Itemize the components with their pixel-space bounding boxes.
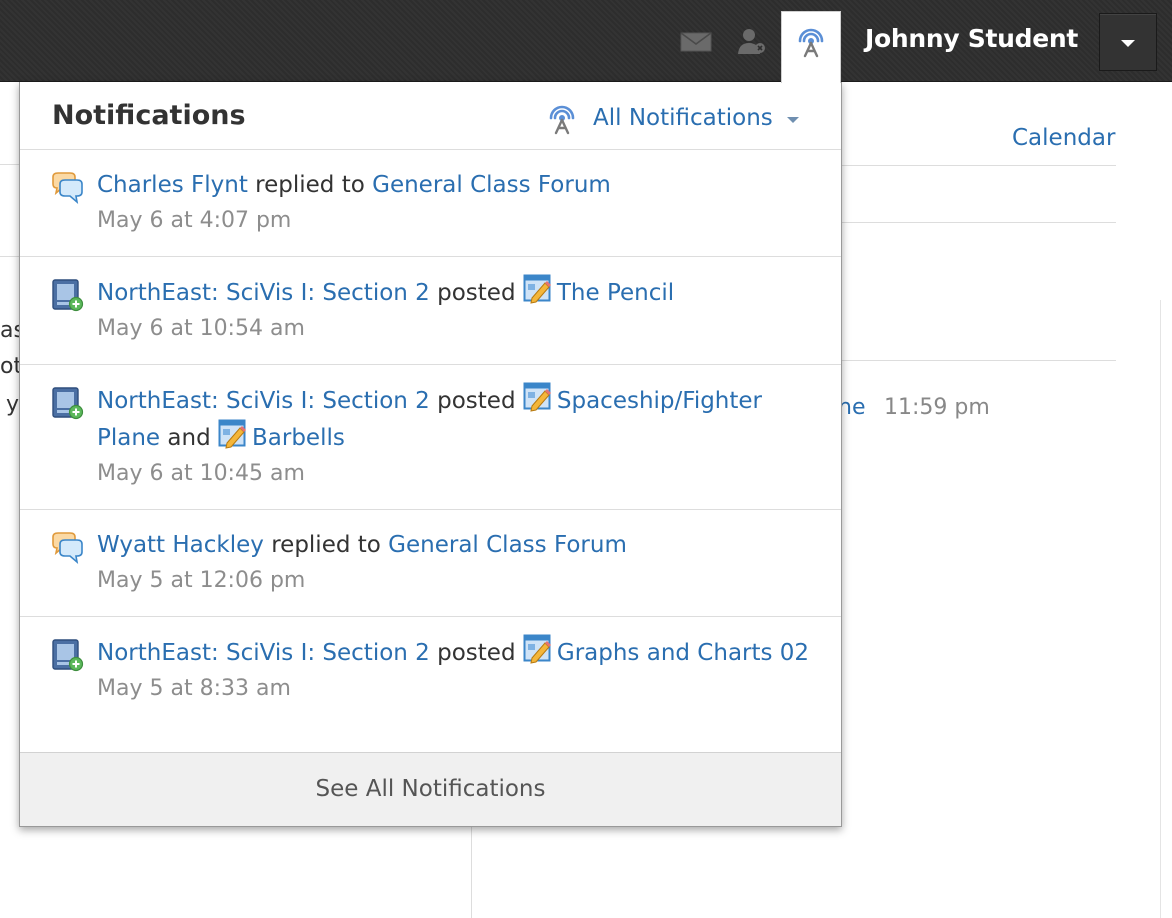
notification-text: NorthEast: SciVis I: Section 2 posted Sp… (97, 382, 811, 456)
assignment-icon (523, 274, 553, 304)
new-post-icon (50, 386, 84, 420)
assignment-icon (523, 382, 553, 412)
target-link[interactable]: General Class Forum (388, 532, 627, 558)
notification-item[interactable]: NorthEast: SciVis I: Section 2 posted Th… (20, 257, 841, 365)
person-icon[interactable] (736, 26, 768, 56)
actor-link[interactable]: NorthEast: SciVis I: Section 2 (97, 388, 430, 414)
scroll-track (1160, 300, 1161, 918)
notifications-dropdown: Notifications All Notifications Charles … (19, 82, 842, 827)
broadcast-icon (545, 101, 579, 135)
conjunction-text: and (167, 425, 211, 451)
target-link[interactable]: Graphs and Charts 02 (557, 640, 809, 666)
action-text: posted (437, 280, 516, 306)
divider (842, 360, 1116, 361)
mail-icon[interactable] (680, 32, 712, 52)
notification-list: Charles Flynt replied to General Class F… (20, 150, 841, 724)
discussion-icon (50, 171, 84, 205)
broadcast-icon (794, 24, 828, 58)
notification-item[interactable]: Wyatt Hackley replied to General Class F… (20, 510, 841, 617)
notifications-tab[interactable] (781, 11, 841, 83)
action-text: posted (437, 388, 516, 414)
target-link[interactable]: General Class Forum (372, 172, 611, 198)
notification-text: NorthEast: SciVis I: Section 2 posted Th… (97, 274, 811, 311)
notification-text: NorthEast: SciVis I: Section 2 posted Gr… (97, 634, 811, 671)
timestamp: May 5 at 8:33 am (97, 676, 291, 701)
top-navigation-bar: Johnny Student (0, 0, 1172, 82)
assignment-icon (523, 634, 553, 664)
action-text: replied to (271, 532, 381, 558)
notification-text: Wyatt Hackley replied to General Class F… (97, 527, 811, 563)
notifications-header: Notifications All Notifications (20, 82, 841, 150)
divider (842, 165, 1116, 166)
todo-item-link[interactable]: ne (838, 395, 865, 420)
divider (0, 164, 19, 165)
new-post-icon (50, 638, 84, 672)
action-text: posted (437, 640, 516, 666)
assignment-icon (218, 419, 248, 449)
divider (842, 222, 1116, 223)
user-menu-dropdown-button[interactable] (1099, 13, 1157, 71)
filter-label[interactable]: All Notifications (593, 105, 773, 131)
clipped-text: ot (0, 354, 19, 379)
actor-link[interactable]: Wyatt Hackley (97, 532, 264, 558)
chevron-down-icon[interactable] (786, 117, 799, 123)
new-post-icon (50, 278, 84, 312)
notification-item[interactable]: Charles Flynt replied to General Class F… (20, 150, 841, 257)
target-link[interactable]: Barbells (252, 425, 345, 451)
discussion-icon (50, 531, 84, 565)
see-all-notifications-button[interactable]: See All Notifications (20, 752, 841, 826)
notification-item[interactable]: NorthEast: SciVis I: Section 2 posted Gr… (20, 617, 841, 724)
notification-text: Charles Flynt replied to General Class F… (97, 167, 811, 203)
timestamp: May 6 at 10:45 am (97, 461, 305, 486)
clipped-text: y (6, 392, 19, 417)
todo-item-time: 11:59 pm (884, 395, 990, 420)
action-text: replied to (255, 172, 365, 198)
notifications-filter[interactable]: All Notifications (545, 101, 799, 135)
timestamp: May 6 at 4:07 pm (97, 208, 292, 233)
actor-link[interactable]: Charles Flynt (97, 172, 248, 198)
notifications-title: Notifications (52, 100, 246, 131)
timestamp: May 6 at 10:54 am (97, 316, 305, 341)
divider (0, 256, 19, 257)
actor-link[interactable]: NorthEast: SciVis I: Section 2 (97, 640, 430, 666)
user-name-menu[interactable]: Johnny Student (865, 24, 1078, 53)
notification-item[interactable]: NorthEast: SciVis I: Section 2 posted Sp… (20, 365, 841, 510)
timestamp: May 5 at 12:06 pm (97, 568, 306, 593)
clipped-text: as (0, 318, 19, 343)
chevron-down-icon (1121, 40, 1135, 47)
calendar-link[interactable]: Calendar (1012, 125, 1115, 151)
actor-link[interactable]: NorthEast: SciVis I: Section 2 (97, 280, 430, 306)
target-link[interactable]: The Pencil (557, 280, 674, 306)
